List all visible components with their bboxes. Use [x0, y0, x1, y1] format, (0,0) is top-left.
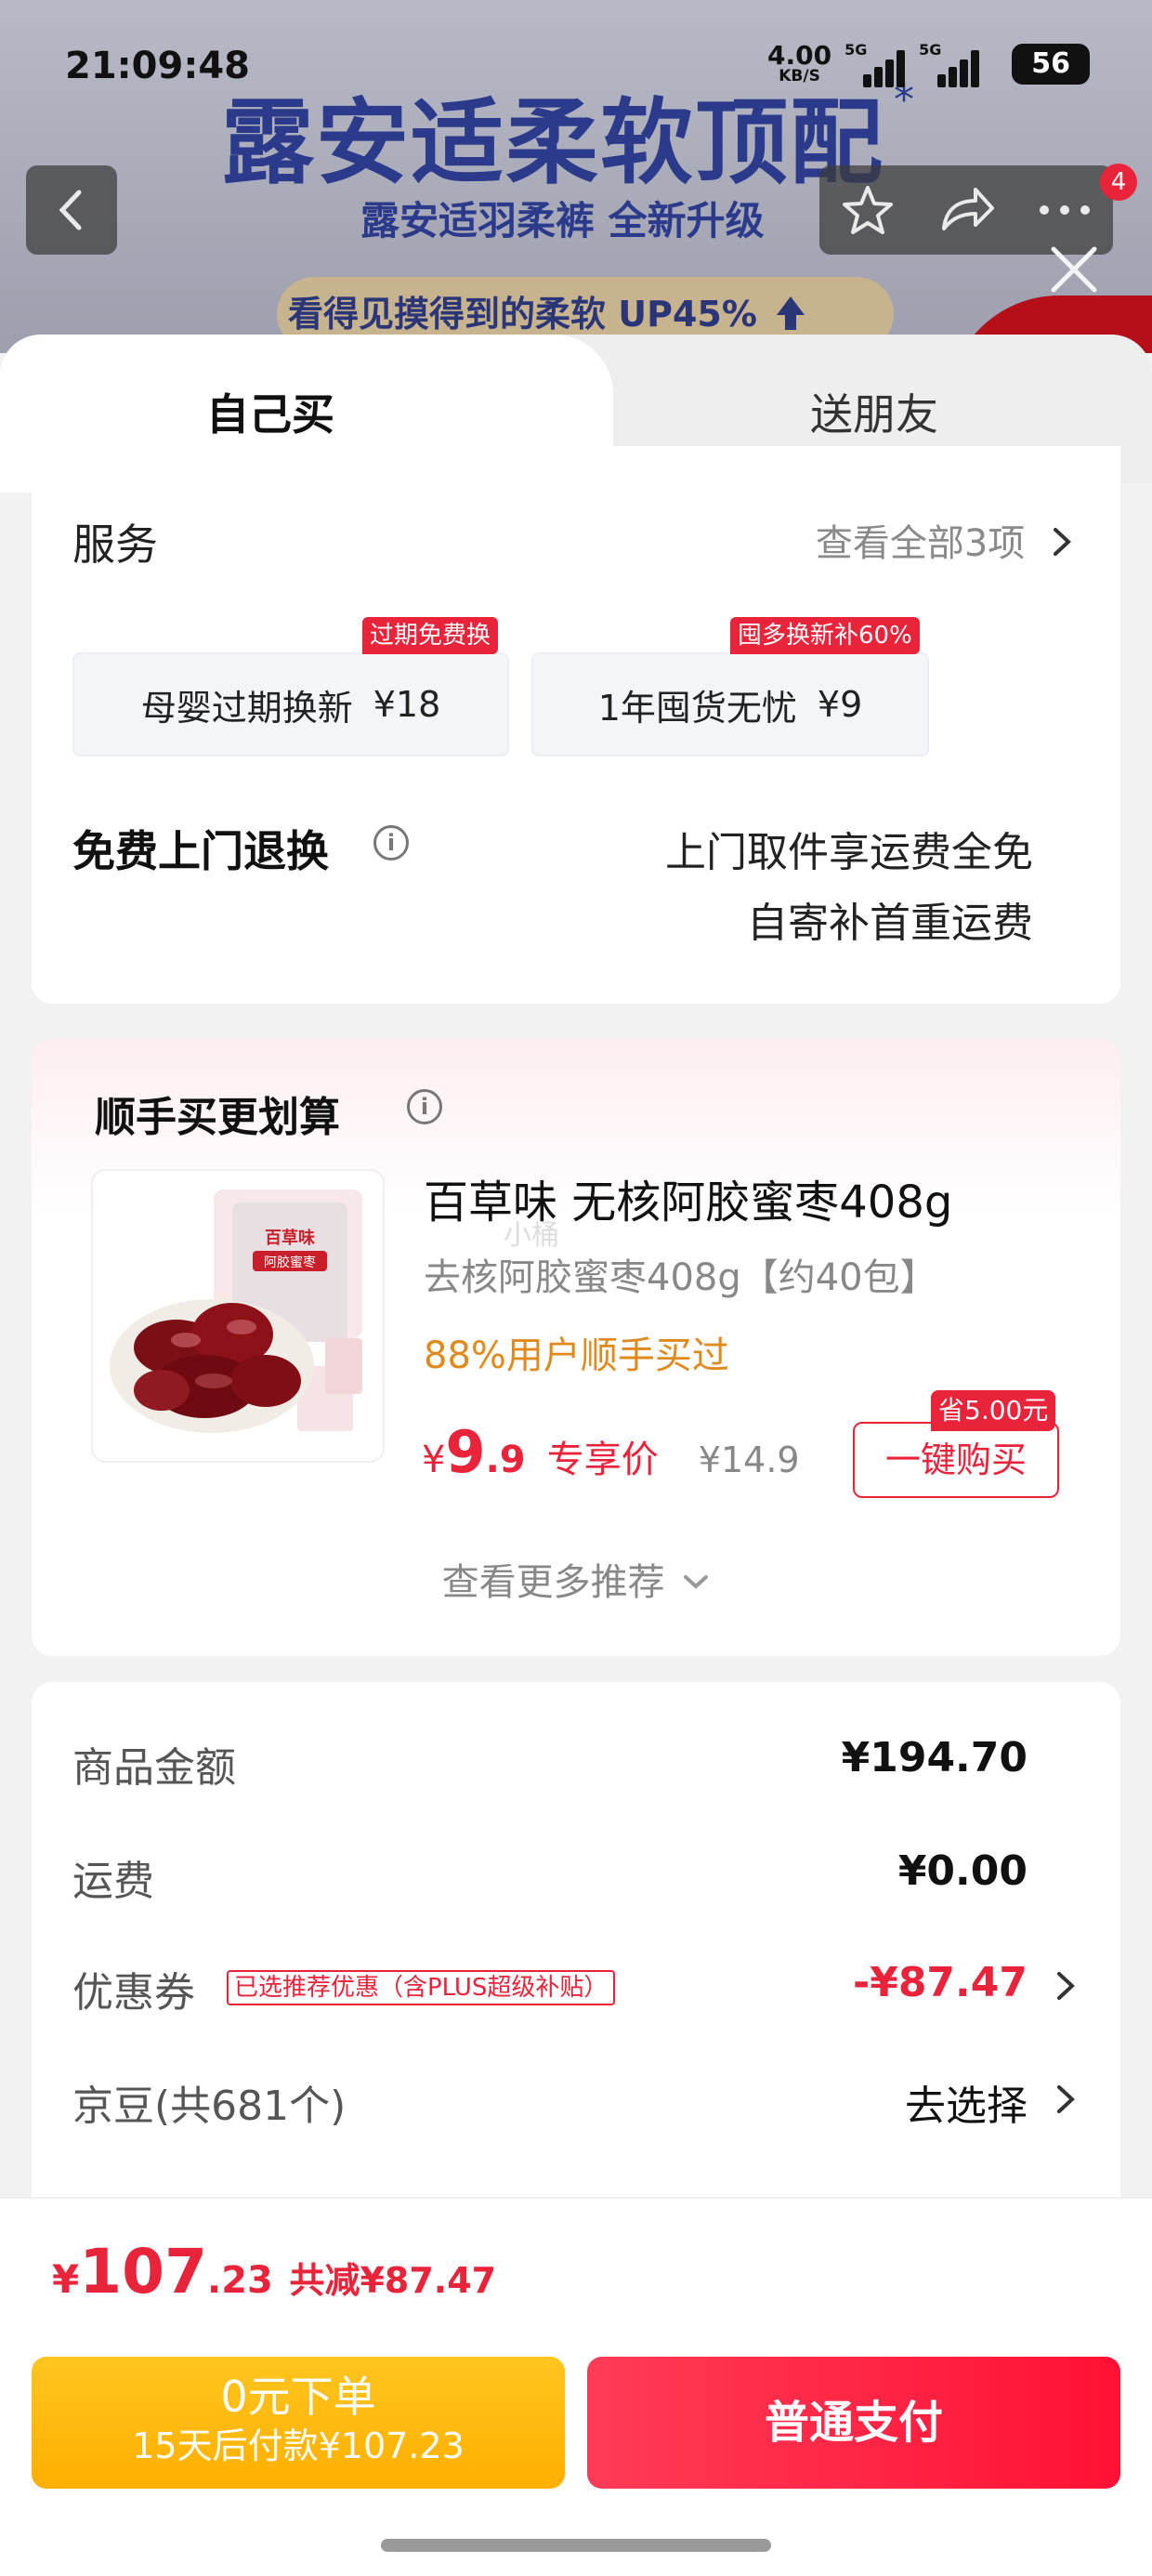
bundle-product-spec: 去核阿胶蜜枣408g【约40包】	[424, 1256, 937, 1299]
star-icon[interactable]	[840, 182, 896, 238]
share-icon[interactable]	[936, 184, 996, 236]
price-label: 专享价	[546, 1439, 659, 1481]
package-brand: 百草味	[265, 1228, 315, 1248]
price-summary-card: 商品金额 ¥194.70 运费 ¥0.00 优惠券 已选推荐优惠（含PLUS超级…	[32, 1682, 1120, 2240]
total-integer: 107	[79, 2236, 208, 2307]
pay-later-button[interactable]: 0元下单 15天后付款¥107.23	[32, 2357, 565, 2489]
price-integer: 9	[445, 1418, 486, 1486]
service-option-label: 母婴过期换新	[140, 687, 353, 729]
chevron-left-icon	[59, 190, 82, 230]
info-icon[interactable]: i	[407, 1089, 442, 1124]
product-image[interactable]: 百草味 阿胶蜜枣	[91, 1169, 385, 1463]
more-icon[interactable]	[1037, 201, 1093, 219]
battery-icon: 56	[1012, 44, 1091, 85]
tab-gift[interactable]: 送朋友	[810, 381, 938, 442]
total-decimal: .23	[207, 2259, 273, 2302]
checkout-footer: ¥107.23 共减¥87.47 0元下单 15天后付款¥107.23 普通支付	[0, 2197, 1152, 2576]
service-view-all-label: 查看全部3项	[815, 522, 1026, 565]
free-return-line1: 上门取件享运费全免	[665, 829, 1033, 876]
more-recommendations-label: 查看更多推荐	[441, 1561, 665, 1604]
free-return-line2: 自寄补首重运费	[747, 900, 1033, 947]
service-card: 服务 查看全部3项 母婴过期换新 ¥18 过期免费换 1年囤货无忧 ¥9 囤多换…	[32, 446, 1120, 1004]
summary-label-goods: 商品金额	[72, 1744, 236, 1792]
notification-badge: 4	[1100, 164, 1137, 201]
bundle-card: 顺手买更划算 i 百草味 阿胶蜜枣 百草味 无核阿胶蜜枣408g 小桶 去核阿胶…	[32, 1039, 1120, 1656]
service-view-all[interactable]: 查看全部3项	[816, 513, 1074, 567]
summary-label-beans: 京豆(共681个)	[72, 2083, 347, 2130]
coupon-tag: 已选推荐优惠（含PLUS超级补贴）	[227, 1970, 616, 2005]
summary-value-beans[interactable]: 去选择	[905, 2072, 1028, 2132]
service-title: 服务	[72, 519, 158, 570]
total-symbol: ¥	[52, 2256, 80, 2302]
info-icon[interactable]: i	[373, 825, 409, 861]
chevron-right-icon	[1054, 528, 1071, 556]
summary-value-coupon[interactable]: -¥87.47	[853, 1959, 1028, 2006]
free-return-details: 上门取件享运费全免 自寄补首重运费	[665, 818, 1033, 959]
summary-value-goods: ¥194.70	[841, 1734, 1028, 1781]
network-speed: 4.00 KB/S	[767, 40, 832, 85]
order-total: ¥107.23 共减¥87.47	[52, 2236, 496, 2307]
more-recommendations[interactable]: 查看更多推荐	[32, 1552, 1120, 1606]
service-option-tag: 囤多换新补60%	[730, 617, 920, 654]
chevron-down-icon	[684, 1575, 709, 1589]
service-option-stock-worry-free[interactable]: 1年囤货无忧 ¥9	[531, 652, 929, 756]
bundle-popularity: 88%用户顺手买过	[424, 1334, 729, 1377]
status-time: 21:09:48	[65, 45, 250, 87]
original-price: ¥14.9	[698, 1439, 800, 1480]
service-option-expire-swap[interactable]: 母婴过期换新 ¥18	[72, 652, 509, 756]
arrow-up-icon	[777, 296, 805, 330]
service-option-label: 1年囤货无忧	[597, 687, 797, 729]
total-discount: 共减¥87.47	[289, 2260, 497, 2301]
close-icon[interactable]	[1044, 240, 1104, 299]
one-click-buy-button[interactable]: 一键购买	[853, 1422, 1059, 1498]
summary-label-shipping: 运费	[72, 1858, 154, 1905]
back-button[interactable]	[26, 165, 117, 255]
price-symbol: ¥	[422, 1439, 446, 1481]
tab-self[interactable]: 自己买	[206, 381, 334, 442]
summary-label-coupon: 优惠券	[72, 1969, 195, 2017]
service-option-tag: 过期免费换	[362, 617, 499, 654]
bundle-price: ¥9.9 专享价 ¥14.9	[422, 1418, 800, 1486]
service-option-price: ¥18	[373, 684, 441, 725]
chevron-right-icon[interactable]	[1054, 1970, 1078, 2002]
signal-icon: 5G	[919, 41, 980, 87]
banner-promo-highlight: 柔软 UP45%	[535, 294, 757, 335]
price-decimal: .9	[485, 1439, 526, 1481]
signal-icon: 5G	[844, 41, 906, 87]
package-name: 阿胶蜜枣	[264, 1255, 316, 1270]
status-icons: 4.00 KB/S 5G 5G 56	[767, 40, 1091, 87]
save-tag: 省5.00元	[931, 1390, 1056, 1431]
pay-later-subtitle: 15天后付款¥107.23	[132, 2425, 465, 2466]
banner-subline: 露安适羽柔裤 全新升级	[360, 198, 765, 243]
normal-pay-button[interactable]: 普通支付	[587, 2357, 1120, 2489]
service-option-price: ¥9	[817, 684, 863, 725]
free-return-title: 免费上门退换	[72, 826, 329, 876]
bundle-title: 顺手买更划算	[95, 1094, 340, 1141]
pay-later-title: 0元下单	[220, 2372, 376, 2422]
candied-dates-image: 百草味 阿胶蜜枣	[110, 1189, 362, 1433]
home-indicator[interactable]	[381, 2539, 771, 2552]
banner-promo-text: 看得见摸得到的	[288, 294, 536, 335]
chevron-right-icon[interactable]	[1054, 2083, 1078, 2115]
summary-value-shipping: ¥0.00	[897, 1847, 1028, 1895]
